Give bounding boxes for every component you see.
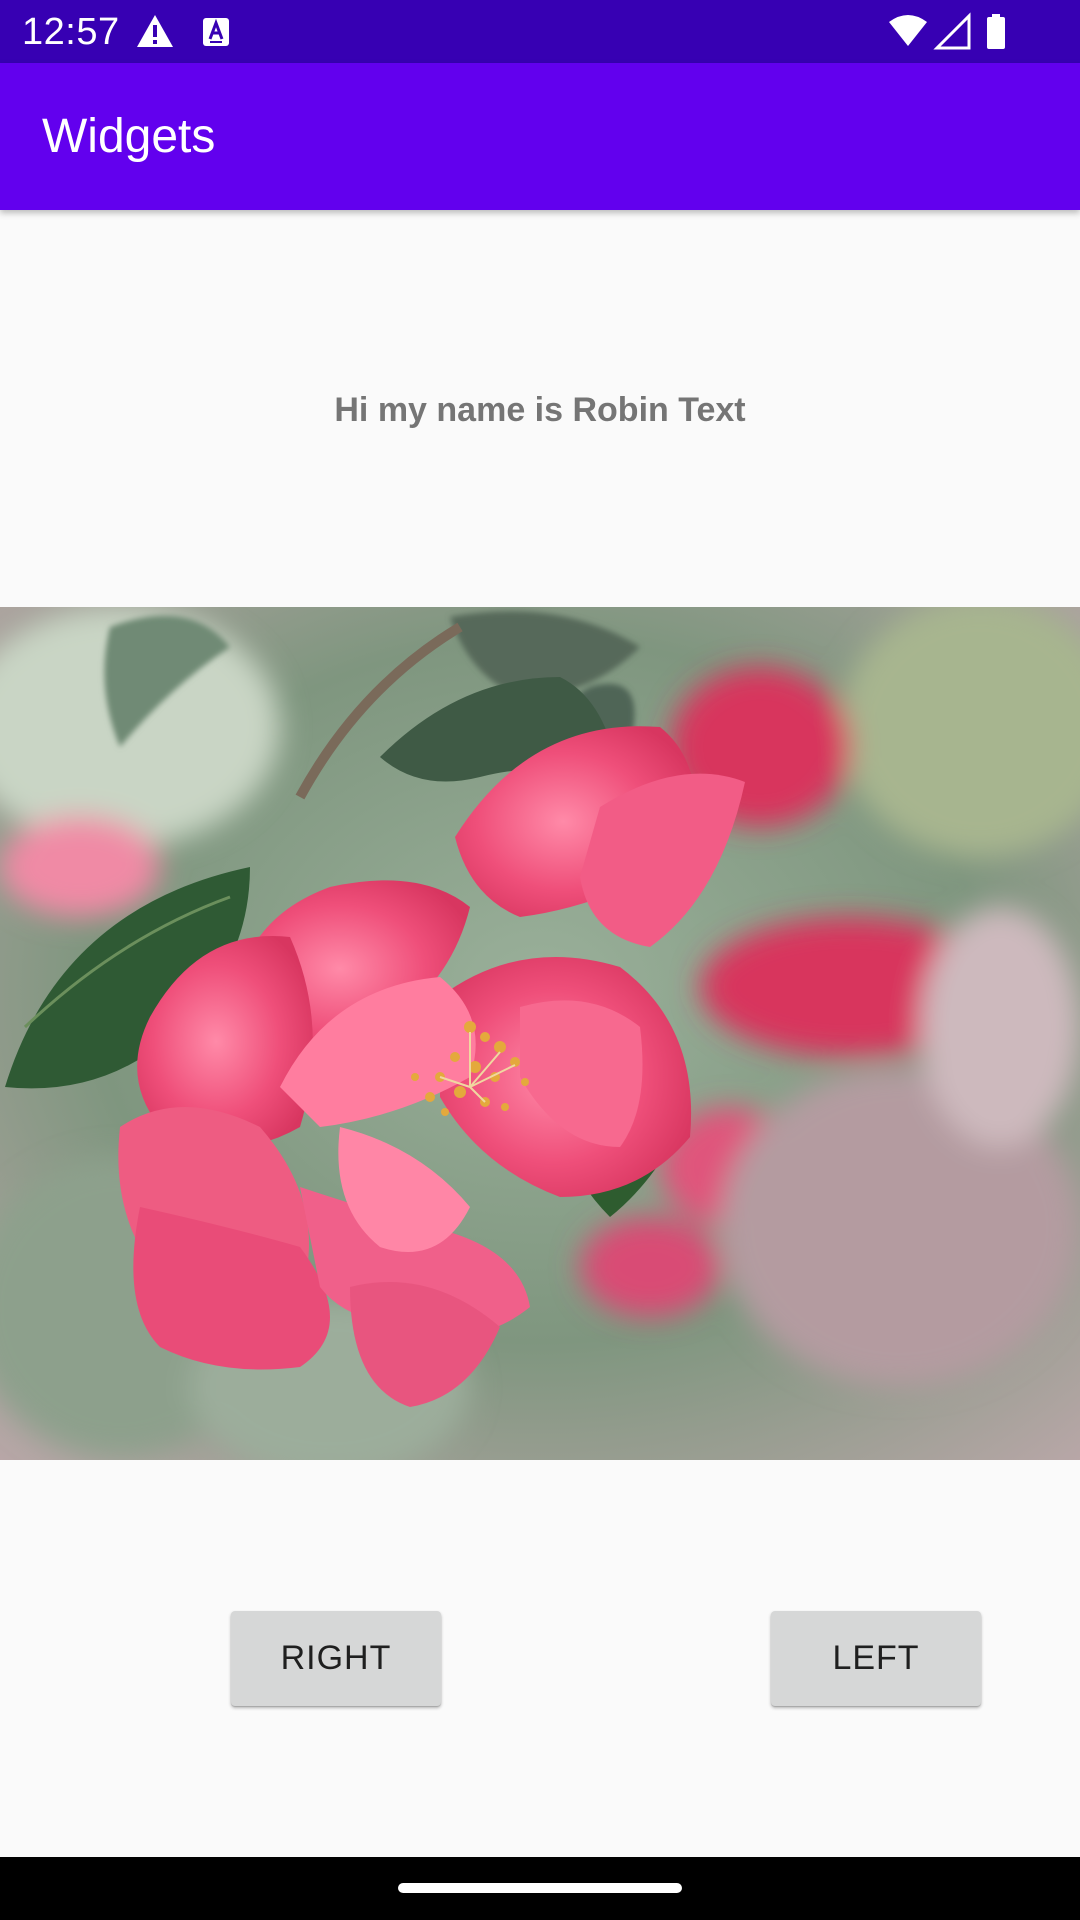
app-title: Widgets: [42, 110, 216, 163]
status-bar: 12:57: [0, 0, 1080, 63]
camellia-photo: [0, 607, 1080, 1460]
battery-icon: [987, 14, 1005, 49]
flower-image: [0, 607, 1080, 1460]
greeting-text: Hi my name is Robin Text: [334, 391, 746, 429]
navigation-bar: [0, 1857, 1080, 1920]
warning-icon: [137, 15, 173, 47]
screen: 12:57 Widgets Hi my name is Robin Text R…: [0, 0, 1080, 1920]
keyboard-a-icon: [203, 18, 229, 46]
status-time: 12:57: [22, 11, 120, 53]
signal-icon: [933, 12, 971, 50]
right-button[interactable]: RIGHT: [231, 1611, 441, 1706]
app-bar: Widgets: [0, 63, 1080, 210]
home-handle-icon[interactable]: [398, 1883, 682, 1893]
wifi-icon: [889, 15, 927, 46]
left-button[interactable]: LEFT: [771, 1611, 981, 1706]
